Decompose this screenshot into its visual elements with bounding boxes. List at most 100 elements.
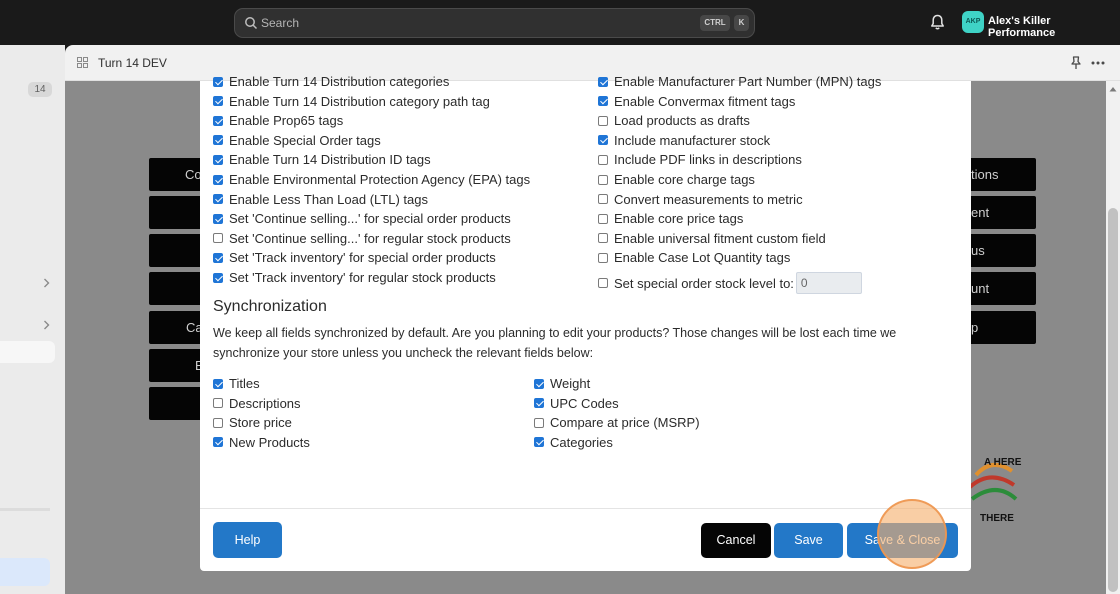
setting-option[interactable]: Enable Turn 14 Distribution categories bbox=[213, 74, 449, 89]
checkbox[interactable] bbox=[213, 252, 223, 263]
app-grid-icon bbox=[77, 57, 88, 68]
option-label: Weight bbox=[550, 376, 591, 391]
checkbox[interactable] bbox=[598, 115, 608, 126]
checkbox[interactable] bbox=[213, 233, 223, 244]
checkbox[interactable] bbox=[213, 115, 223, 126]
setting-option[interactable]: Enable Prop65 tags bbox=[213, 113, 343, 128]
option-label: Set 'Track inventory' for special order … bbox=[229, 250, 496, 266]
setting-option[interactable]: Enable core price tags bbox=[598, 211, 743, 226]
checkbox[interactable] bbox=[213, 398, 223, 408]
option-label: Enable Turn 14 Distribution ID tags bbox=[229, 152, 431, 168]
special-order-stock-input[interactable] bbox=[795, 272, 862, 294]
cancel-button[interactable]: Cancel bbox=[701, 523, 771, 558]
checkbox[interactable] bbox=[598, 233, 608, 244]
option-label: Include manufacturer stock bbox=[614, 132, 771, 148]
avatar[interactable]: AKP bbox=[962, 11, 984, 33]
setting-option[interactable]: Set special order stock level to: bbox=[598, 272, 862, 294]
setting-option[interactable]: Include manufacturer stock bbox=[598, 133, 770, 148]
chevron-right-icon[interactable] bbox=[43, 320, 50, 330]
scroll-up-arrow-icon[interactable] bbox=[1109, 86, 1117, 92]
pin-icon[interactable] bbox=[1070, 56, 1082, 70]
checkbox[interactable] bbox=[598, 194, 608, 205]
search-icon bbox=[245, 17, 258, 30]
setting-option[interactable]: Include PDF links in descriptions bbox=[598, 152, 802, 167]
setting-option[interactable]: Enable core charge tags bbox=[598, 172, 755, 187]
option-label: Enable universal fitment custom field bbox=[614, 230, 826, 246]
option-label: Descriptions bbox=[229, 395, 301, 411]
checkbox[interactable] bbox=[213, 417, 223, 428]
sync-option[interactable]: Titles bbox=[213, 376, 260, 391]
option-label: Categories bbox=[550, 434, 613, 450]
option-label: Enable Less Than Load (LTL) tags bbox=[229, 191, 428, 207]
setting-option[interactable]: Load products as drafts bbox=[598, 113, 750, 128]
checkbox[interactable] bbox=[598, 278, 608, 288]
checkbox[interactable] bbox=[213, 76, 223, 87]
sync-option[interactable]: Descriptions bbox=[213, 396, 301, 411]
setting-option[interactable]: Enable Convermax fitment tags bbox=[598, 94, 795, 109]
more-options-icon[interactable] bbox=[1091, 61, 1105, 65]
sync-option[interactable]: Store price bbox=[213, 415, 292, 430]
sidebar-divider bbox=[0, 508, 50, 511]
shortcut-ctrl-key: CTRL bbox=[700, 15, 730, 31]
checkbox[interactable] bbox=[213, 437, 223, 447]
search-placeholder: Search bbox=[261, 16, 300, 30]
checkbox[interactable] bbox=[598, 96, 608, 107]
checkbox[interactable] bbox=[598, 174, 608, 185]
bell-icon[interactable] bbox=[930, 14, 945, 31]
sync-option[interactable]: Categories bbox=[534, 435, 613, 450]
checkbox[interactable] bbox=[213, 194, 223, 205]
option-label: Enable core price tags bbox=[614, 211, 744, 227]
checkbox[interactable] bbox=[213, 174, 223, 185]
scrollbar-thumb[interactable] bbox=[1108, 208, 1118, 592]
sync-option[interactable]: New Products bbox=[213, 435, 310, 450]
checkbox[interactable] bbox=[534, 378, 544, 389]
sidebar-selected-item[interactable] bbox=[0, 341, 55, 363]
option-label: Store price bbox=[229, 415, 292, 430]
sync-option[interactable]: Compare at price (MSRP) bbox=[534, 415, 700, 430]
checkbox[interactable] bbox=[598, 154, 608, 165]
setting-option[interactable]: Enable Special Order tags bbox=[213, 133, 381, 148]
setting-option[interactable]: Set 'Continue selling...' for special or… bbox=[213, 211, 511, 226]
setting-option[interactable]: Enable Case Lot Quantity tags bbox=[598, 250, 790, 265]
sidebar-active-item[interactable] bbox=[0, 558, 50, 586]
option-label: Enable Environmental Protection Agency (… bbox=[229, 172, 531, 187]
option-label: Set 'Continue selling...' for regular st… bbox=[229, 230, 511, 246]
option-label: Compare at price (MSRP) bbox=[550, 415, 700, 430]
checkbox[interactable] bbox=[213, 378, 223, 389]
chevron-right-icon[interactable] bbox=[43, 278, 50, 288]
setting-option[interactable]: Enable universal fitment custom field bbox=[598, 231, 826, 246]
setting-option[interactable]: Convert measurements to metric bbox=[598, 192, 803, 207]
app-title: Turn 14 DEV bbox=[98, 56, 167, 70]
setting-option[interactable]: Enable Turn 14 Distribution category pat… bbox=[213, 94, 490, 109]
sync-option[interactable]: Weight bbox=[534, 376, 590, 391]
checkbox[interactable] bbox=[598, 135, 608, 146]
svg-text:THERE: THERE bbox=[980, 513, 1014, 524]
option-label: Enable Turn 14 Distribution category pat… bbox=[229, 93, 490, 109]
sync-option[interactable]: UPC Codes bbox=[534, 396, 619, 411]
setting-option[interactable]: Set 'Track inventory' for special order … bbox=[213, 250, 496, 265]
option-label: Enable Case Lot Quantity tags bbox=[614, 250, 791, 266]
checkbox[interactable] bbox=[213, 154, 223, 165]
checkbox[interactable] bbox=[213, 213, 223, 224]
checkbox[interactable] bbox=[598, 213, 608, 224]
checkbox[interactable] bbox=[213, 96, 223, 107]
option-label: Set 'Continue selling...' for special or… bbox=[229, 211, 511, 227]
setting-option[interactable]: Enable Less Than Load (LTL) tags bbox=[213, 192, 428, 207]
help-button[interactable]: Help bbox=[213, 522, 282, 558]
checkbox[interactable] bbox=[213, 135, 223, 146]
checkbox[interactable] bbox=[534, 398, 544, 408]
store-name[interactable]: Alex's Killer Performance bbox=[988, 15, 1120, 39]
checkbox[interactable] bbox=[598, 252, 608, 263]
setting-option[interactable]: Enable Environmental Protection Agency (… bbox=[213, 172, 530, 187]
setting-option[interactable]: Set 'Continue selling...' for regular st… bbox=[213, 231, 511, 246]
checkbox[interactable] bbox=[213, 272, 223, 283]
checkbox[interactable] bbox=[534, 417, 544, 428]
checkbox[interactable] bbox=[534, 437, 544, 447]
setting-option[interactable]: Enable Manufacturer Part Number (MPN) ta… bbox=[598, 74, 881, 89]
checkbox[interactable] bbox=[598, 76, 608, 87]
setting-option[interactable]: Enable Turn 14 Distribution ID tags bbox=[213, 152, 431, 167]
search-bar[interactable]: Search CTRL K bbox=[234, 8, 755, 38]
option-label: Load products as drafts bbox=[614, 113, 750, 129]
setting-option[interactable]: Set 'Track inventory' for regular stock … bbox=[213, 270, 496, 285]
save-button[interactable]: Save bbox=[774, 523, 843, 558]
